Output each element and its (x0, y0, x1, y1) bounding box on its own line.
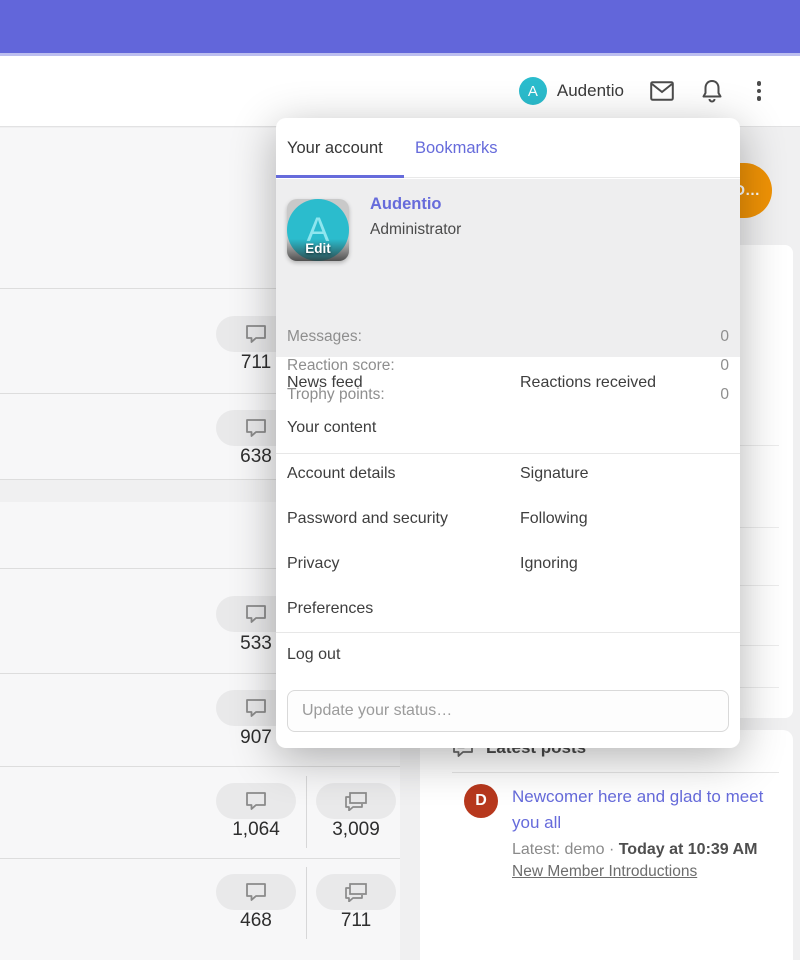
stat-label: Reaction score: (287, 357, 395, 375)
kebab-menu-icon[interactable] (750, 81, 768, 101)
latest-posts-widget: Latest posts D Newcomer here and glad to… (420, 730, 793, 960)
menu-link-password-security[interactable]: Password and security (287, 510, 448, 528)
dropdown-avatar-edit[interactable]: A Edit (287, 199, 349, 261)
thread-forum-link[interactable]: New Member Introductions (512, 863, 774, 881)
account-dropdown-menu: Your account Bookmarks A Edit Audentio A… (276, 118, 740, 748)
menu-separator (276, 453, 740, 454)
header-account-button[interactable]: A Audentio (519, 77, 624, 105)
stat-row-messages: Messages: 0 (287, 322, 729, 351)
site-header: A Audentio (0, 56, 800, 127)
views-count: 3,009 (316, 819, 396, 841)
dropdown-tabs: Your account Bookmarks (276, 118, 740, 178)
stat-separator (306, 776, 307, 848)
menu-link-following[interactable]: Following (520, 510, 588, 528)
top-navigation-bar (0, 0, 800, 53)
menu-link-preferences[interactable]: Preferences (287, 600, 373, 618)
replies-badge (216, 783, 296, 819)
dropdown-username-link[interactable]: Audentio (370, 195, 442, 214)
tab-your-account[interactable]: Your account (287, 118, 383, 178)
menu-separator (276, 632, 740, 633)
tab-bookmarks[interactable]: Bookmarks (415, 118, 498, 178)
row-divider (0, 766, 400, 767)
dropdown-user-role: Administrator (370, 221, 461, 239)
views-count: 711 (316, 910, 396, 932)
menu-link-news-feed[interactable]: News feed (287, 374, 363, 392)
thread-meta-time: Today at 10:39 AM (619, 841, 758, 858)
dropdown-user-panel: A Edit Audentio Administrator Messages: … (276, 179, 740, 357)
latest-post-item[interactable]: D Newcomer here and glad to meet you all… (464, 784, 783, 881)
stat-value: 0 (720, 328, 729, 346)
mail-icon[interactable] (650, 79, 674, 103)
active-tab-underline (276, 175, 404, 178)
views-badge (316, 874, 396, 910)
thread-title-link[interactable]: Newcomer here and glad to meet you all (512, 784, 774, 836)
status-update-input[interactable] (287, 690, 729, 732)
menu-link-log-out[interactable]: Log out (287, 646, 340, 664)
thread-meta: Latest: demo · Today at 10:39 AM (512, 838, 774, 862)
menu-link-your-content[interactable]: Your content (287, 419, 376, 437)
replies-badge (216, 874, 296, 910)
stat-value: 0 (720, 357, 729, 375)
replies-count: 1,064 (216, 819, 296, 841)
menu-link-privacy[interactable]: Privacy (287, 555, 339, 573)
avatar-edit-label[interactable]: Edit (287, 239, 349, 261)
menu-link-account-details[interactable]: Account details (287, 465, 396, 483)
views-badge (316, 783, 396, 819)
row-divider (0, 858, 400, 859)
stat-label: Messages: (287, 328, 362, 346)
thread-meta-latest: Latest: demo · (512, 841, 619, 858)
replies-count: 468 (216, 910, 296, 932)
latest-posts-divider (452, 772, 779, 773)
header-avatar[interactable]: A (519, 77, 547, 105)
stat-value: 0 (720, 386, 729, 404)
menu-link-signature[interactable]: Signature (520, 465, 589, 483)
menu-link-ignoring[interactable]: Ignoring (520, 555, 578, 573)
bell-icon[interactable] (700, 79, 724, 103)
menu-link-reactions-received[interactable]: Reactions received (520, 374, 656, 392)
header-username[interactable]: Audentio (557, 81, 624, 101)
stat-separator (306, 867, 307, 939)
poster-avatar[interactable]: D (464, 784, 498, 818)
